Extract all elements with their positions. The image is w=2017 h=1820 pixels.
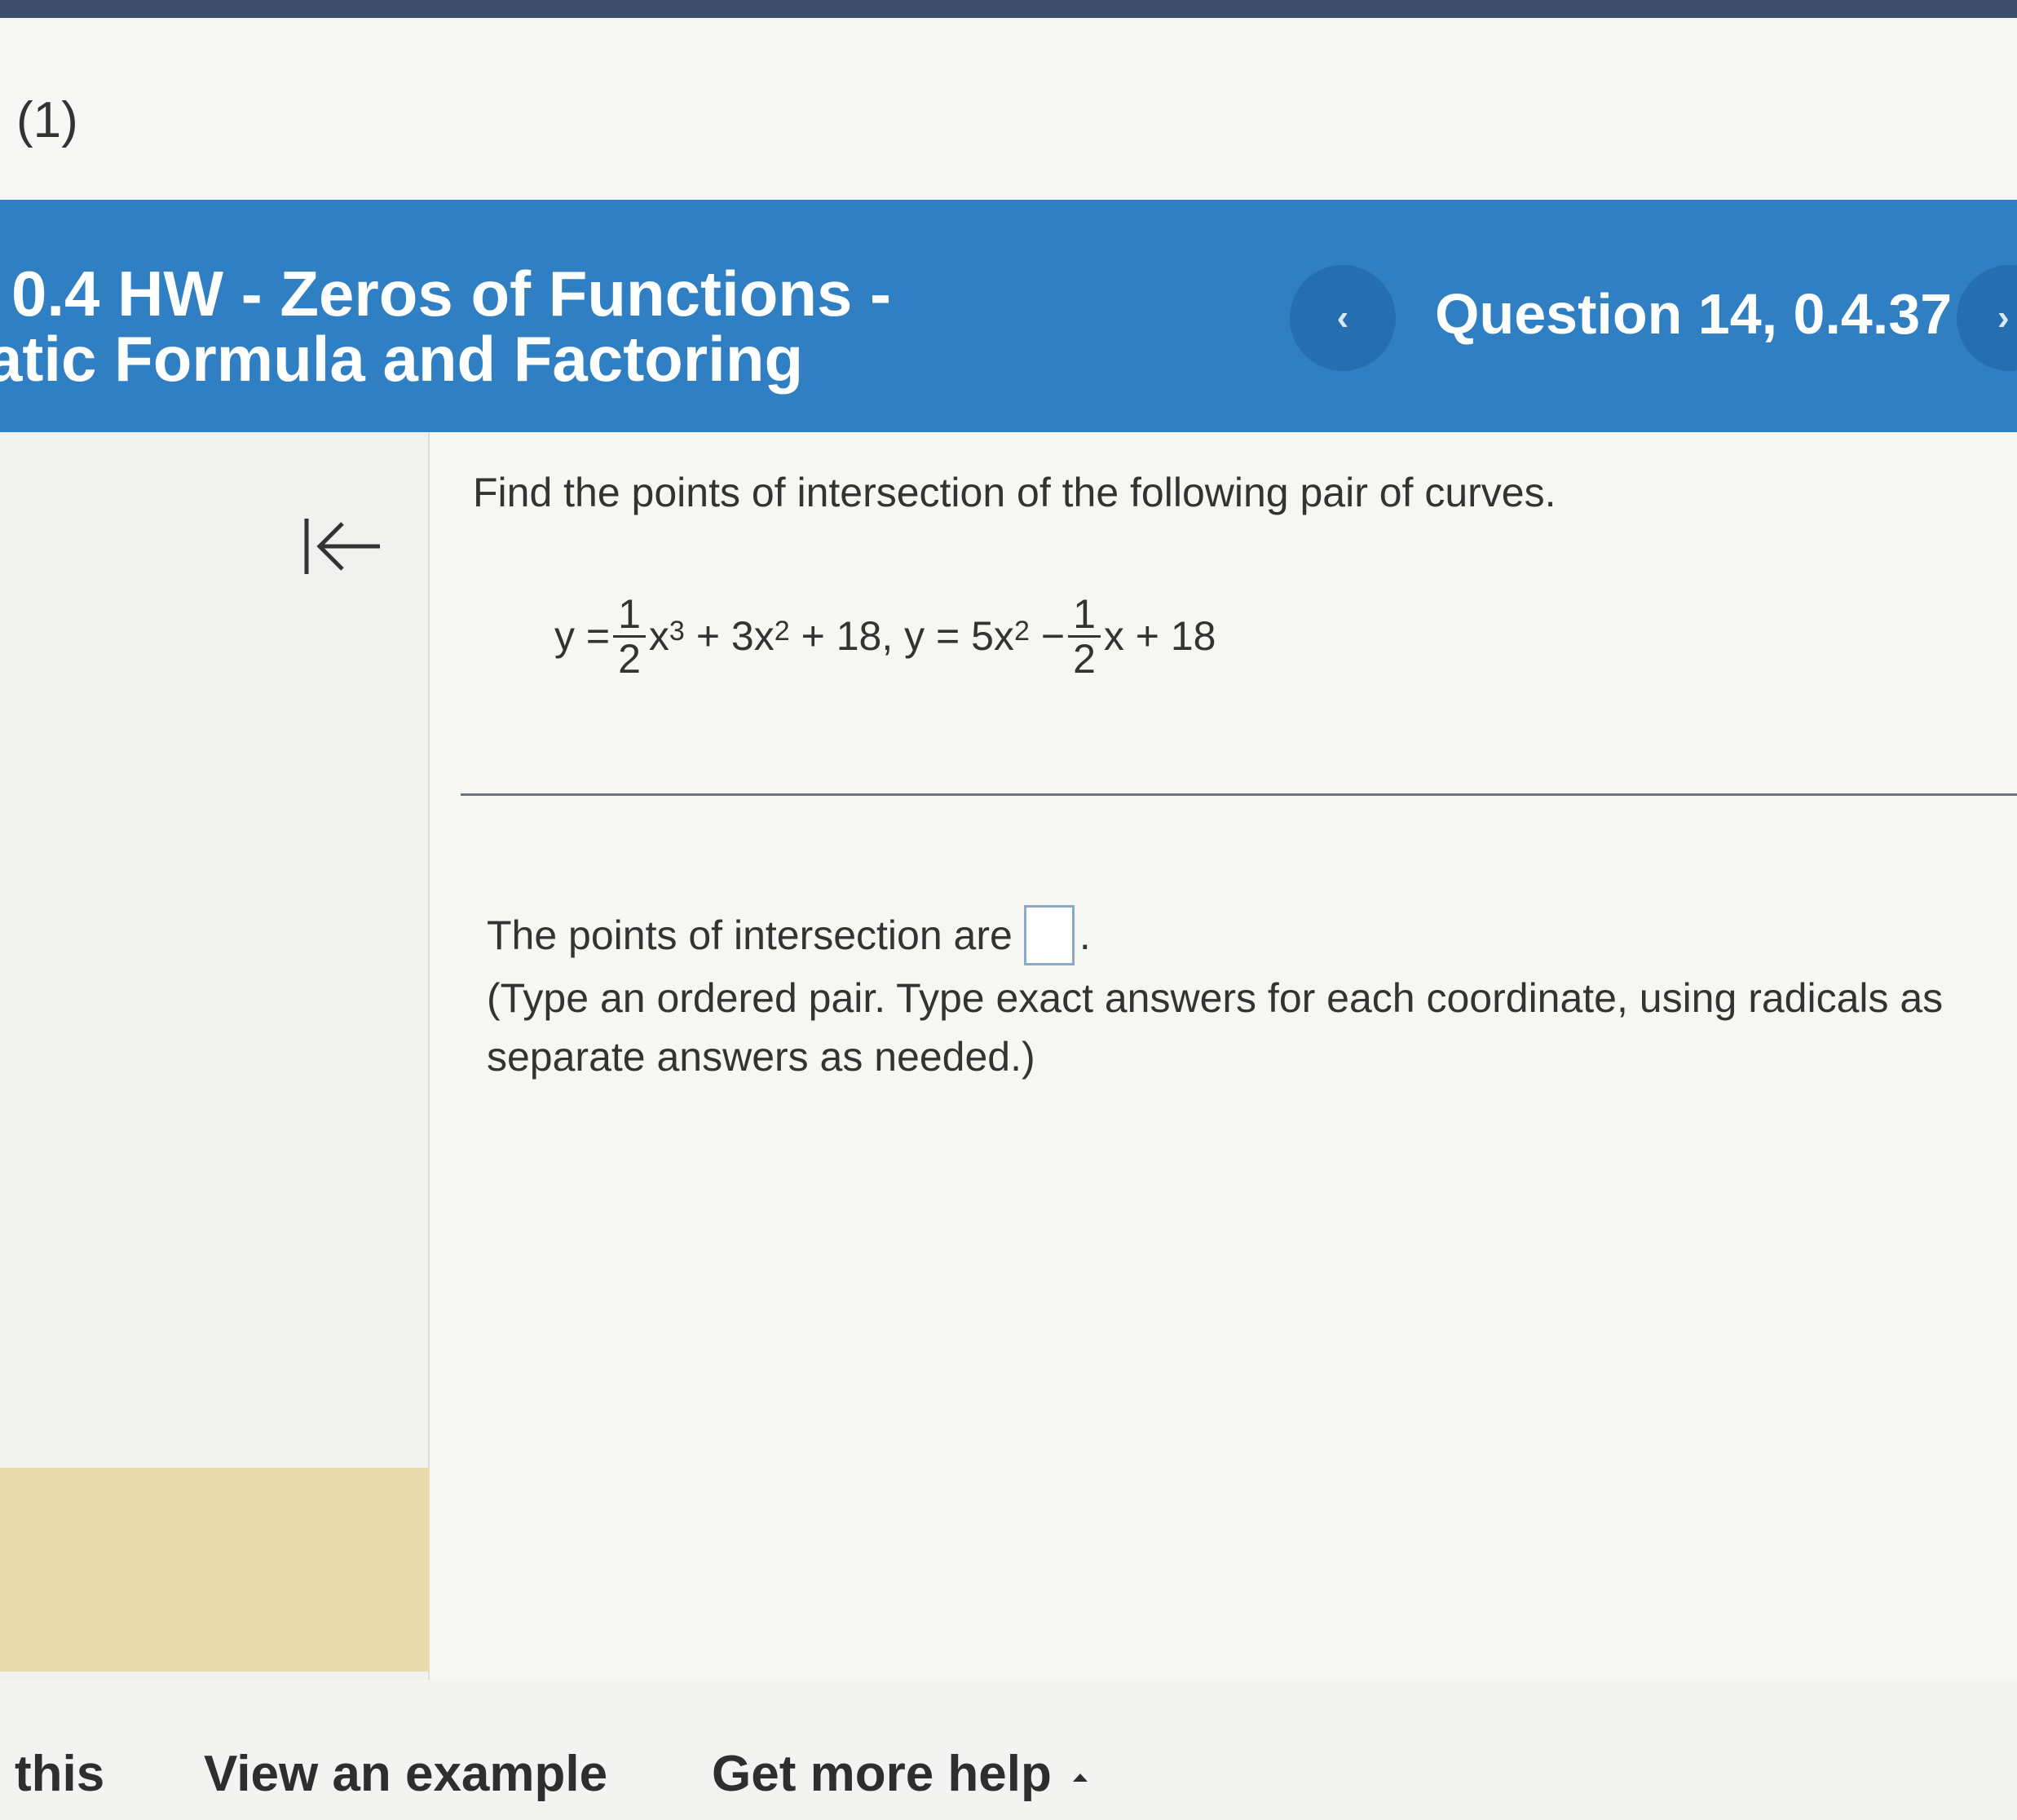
eq-exponent: 3: [669, 615, 685, 647]
question-number-label: Question 14, 0.4.37: [1435, 282, 1953, 346]
assignment-title-line2: atic Formula and Factoring: [0, 323, 804, 395]
view-example-button[interactable]: View an example: [204, 1745, 607, 1803]
eq-term-18-second-curve: + 18, y = 5x: [801, 613, 1014, 659]
answer-line: The points of intersection are .: [487, 905, 1091, 965]
equation: y = 1 2 x3 + 3x 2 + 18, y = 5x 2 − 1 2 x +…: [554, 575, 1216, 697]
top-area: [0, 18, 2017, 201]
previous-question-button[interactable]: ‹: [1290, 265, 1396, 371]
fraction-numerator: 1: [1068, 593, 1101, 638]
eq-term-x: x: [648, 613, 669, 659]
collapse-left-icon[interactable]: [302, 514, 383, 579]
eq-term-3x: + 3x: [695, 613, 775, 659]
next-question-button[interactable]: ›: [1957, 265, 2017, 371]
answer-period: .: [1079, 912, 1091, 958]
fraction-one-half: 1 2: [613, 593, 646, 680]
fraction-denominator: 2: [1073, 635, 1096, 682]
assignment-title-line1: 0.4 HW - Zeros of Functions -: [11, 258, 892, 329]
get-more-help-button[interactable]: Get more help: [712, 1745, 1088, 1803]
chevron-left-icon: ‹: [1336, 298, 1349, 338]
answer-instructions: (Type an ordered pair. Type exact answer…: [487, 969, 1943, 1086]
eq-y-equals: y =: [554, 613, 611, 659]
left-panel-highlight: [0, 1468, 444, 1672]
answer-label: The points of intersection are: [487, 912, 1013, 958]
eq-term-x-plus-18: x + 18: [1103, 613, 1216, 659]
fraction-denominator: 2: [618, 635, 641, 682]
instruction-line: separate answers as needed.): [487, 1034, 1035, 1080]
get-more-help-label: Get more help: [712, 1746, 1052, 1802]
top-strip: [0, 0, 2017, 18]
section-divider: [461, 793, 2017, 796]
eq-exponent: 2: [1013, 615, 1030, 647]
help-me-solve-this-button[interactable]: this: [15, 1745, 104, 1803]
eq-minus: −: [1040, 613, 1066, 659]
eq-exponent: 2: [774, 615, 790, 647]
fraction-one-half: 1 2: [1068, 593, 1101, 680]
question-prompt: Find the points of intersection of the f…: [473, 470, 1556, 515]
caret-up-icon: [1072, 1773, 1088, 1782]
fraction-numerator: 1: [613, 593, 646, 638]
instruction-line: (Type an ordered pair. Type exact answer…: [487, 975, 1944, 1021]
top-label: (1): [16, 92, 78, 148]
assignment-title: 0.4 HW - Zeros of Functions - atic Formu…: [0, 258, 892, 391]
answer-input[interactable]: [1023, 905, 1075, 965]
assignment-header: 0.4 HW - Zeros of Functions - atic Formu…: [0, 200, 2017, 432]
chevron-right-icon: ›: [1997, 298, 2010, 338]
